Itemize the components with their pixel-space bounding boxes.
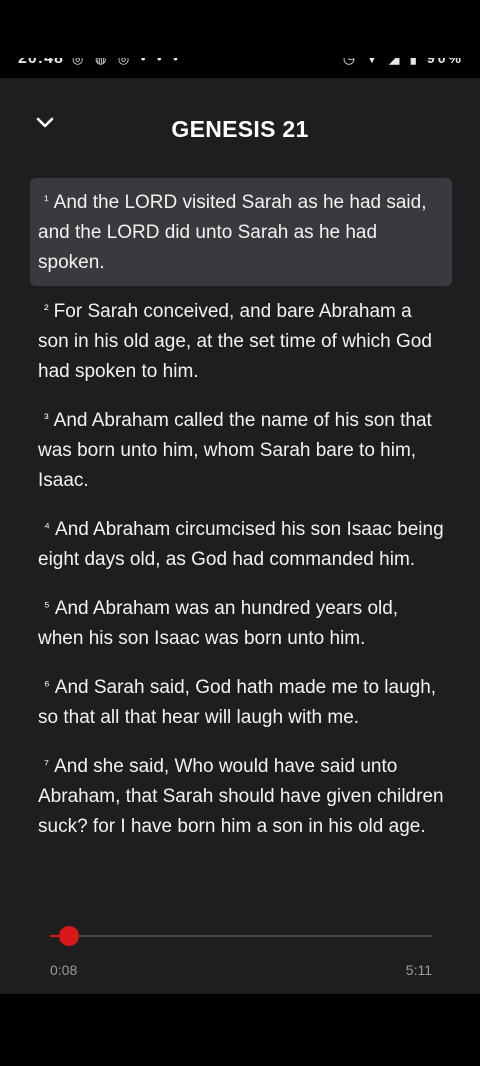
verse-number: ⁵ xyxy=(44,598,50,614)
verse-number: ⁴ xyxy=(44,519,51,535)
verse-item[interactable]: ⁵ And Abraham was an hundred years old, w… xyxy=(30,584,452,662)
system-icons: ◷ ▼ ◢ ▮ 90% xyxy=(343,58,464,67)
verse-item[interactable]: ⁴ And Abraham circumcised his son Isaac b… xyxy=(30,505,452,583)
battery-level: 90% xyxy=(426,58,464,66)
verse-list: ¹ And the LORD visited Sarah as he had sa… xyxy=(30,178,452,851)
verse-text: And she said, Who would have said unto A… xyxy=(38,756,444,837)
notification-icons: ◎ ◍ ◎ • • • xyxy=(72,58,182,66)
verse-number: ⁷ xyxy=(44,756,50,772)
system-status-icons: ◷ ▼ ◢ ▮ xyxy=(342,58,421,66)
chapter-title: GENESIS 21 xyxy=(171,116,309,142)
verse-number: ³ xyxy=(44,410,49,426)
status-bar: 20:48 ◎ ◍ ◎ • • • ◷ ▼ ◢ ▮ 90% xyxy=(0,58,480,78)
verse-item[interactable]: ³ And Abraham called the name of his son … xyxy=(30,396,452,504)
verse-text: And Abraham called the name of his son t… xyxy=(38,410,432,491)
verse-text: For Sarah conceived, and bare Abraham a … xyxy=(38,301,432,382)
seek-handle[interactable] xyxy=(59,926,80,946)
verse-text: And the LORD visited Sarah as he had sai… xyxy=(38,192,427,273)
verse-text: And Abraham circumcised his son Isaac be… xyxy=(38,519,444,570)
verse-text: And Abraham was an hundred years old, wh… xyxy=(38,598,399,649)
verse-item[interactable]: ⁶ And Sarah said, God hath made me to lau… xyxy=(30,663,452,741)
verse-number: ¹ xyxy=(44,192,49,208)
verse-item[interactable]: ² For Sarah conceived, and bare Abraham a… xyxy=(30,287,452,395)
verse-item[interactable]: ⁷ And she said, Who would have said unto … xyxy=(30,742,452,850)
total-time: 5:11 xyxy=(405,962,432,978)
status-time: 20:48 xyxy=(18,58,64,67)
reader-screen: GENESIS 21 ¹ And the LORD visited Sarah a… xyxy=(0,78,480,994)
progress-track[interactable] xyxy=(50,935,432,937)
verse-text: And Sarah said, God hath made me to laug… xyxy=(38,677,437,728)
elapsed-time: 0:08 xyxy=(50,962,78,978)
verse-item[interactable]: ¹ And the LORD visited Sarah as he had sa… xyxy=(30,178,452,286)
audio-player: 0:08 5:11 xyxy=(50,926,432,986)
verse-number: ⁶ xyxy=(44,677,50,693)
verse-number: ² xyxy=(44,301,49,317)
